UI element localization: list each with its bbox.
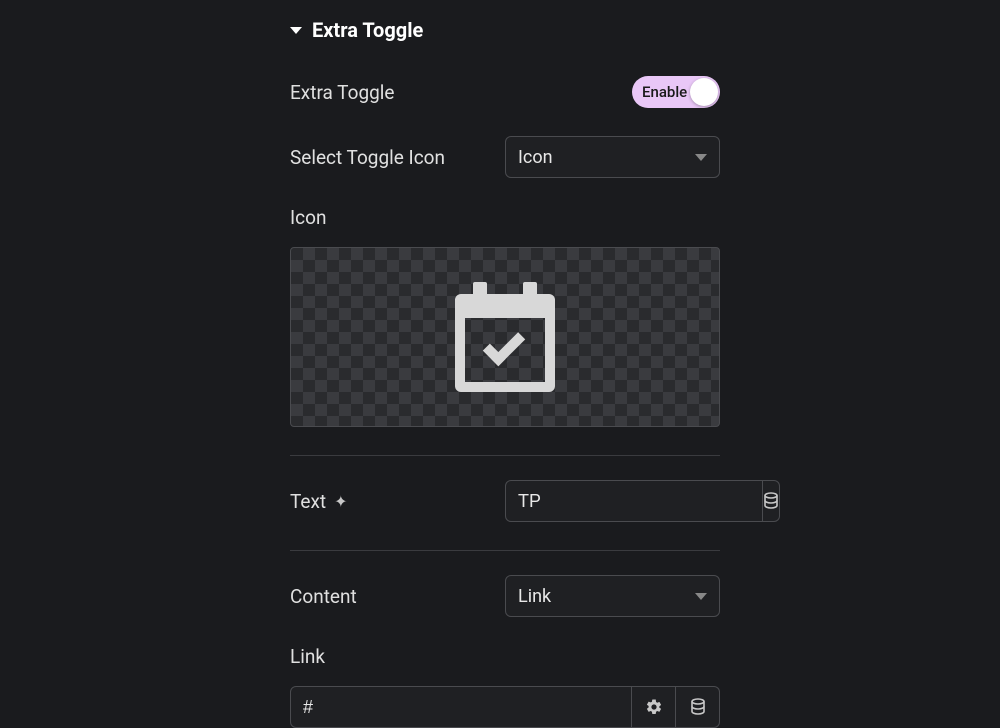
section-header-extra-toggle[interactable]: Extra Toggle [290, 18, 720, 42]
label-link: Link [290, 645, 720, 668]
calendar-check-icon [455, 282, 555, 392]
label-extra-toggle: Extra Toggle [290, 81, 394, 104]
label-select-toggle-icon: Select Toggle Icon [290, 146, 445, 169]
toggle-state-label: Enable [642, 83, 687, 101]
toggle-knob [690, 78, 718, 106]
row-select-toggle-icon: Select Toggle Icon Icon [290, 136, 720, 178]
row-text: Text ✦ [290, 480, 720, 522]
enable-toggle[interactable]: Enable [632, 76, 720, 108]
label-content: Content [290, 585, 357, 608]
text-input-group [505, 480, 720, 522]
link-input[interactable] [290, 686, 632, 728]
section-title: Extra Toggle [312, 18, 423, 42]
select-content-value: Link [518, 586, 551, 607]
icon-preview[interactable] [290, 247, 720, 427]
row-extra-toggle: Extra Toggle Enable [290, 76, 720, 108]
link-dynamic-data-button[interactable] [676, 686, 720, 728]
divider [290, 455, 720, 456]
text-input[interactable] [505, 480, 763, 522]
divider [290, 550, 720, 551]
link-input-group [290, 686, 720, 728]
label-text: Text ✦ [290, 490, 348, 513]
sparkle-icon: ✦ [334, 492, 347, 511]
gear-icon [645, 698, 663, 716]
settings-panel: Extra Toggle Extra Toggle Enable Select … [290, 0, 720, 728]
chevron-down-icon [695, 154, 707, 161]
link-settings-button[interactable] [632, 686, 676, 728]
dynamic-data-button[interactable] [763, 480, 780, 522]
select-content[interactable]: Link [505, 575, 720, 617]
caret-down-icon [290, 27, 302, 34]
database-icon [690, 698, 706, 716]
database-icon [763, 492, 779, 510]
select-toggle-icon[interactable]: Icon [505, 136, 720, 178]
select-toggle-icon-value: Icon [518, 147, 553, 168]
chevron-down-icon [695, 593, 707, 600]
label-icon: Icon [290, 206, 720, 229]
row-content: Content Link [290, 575, 720, 617]
